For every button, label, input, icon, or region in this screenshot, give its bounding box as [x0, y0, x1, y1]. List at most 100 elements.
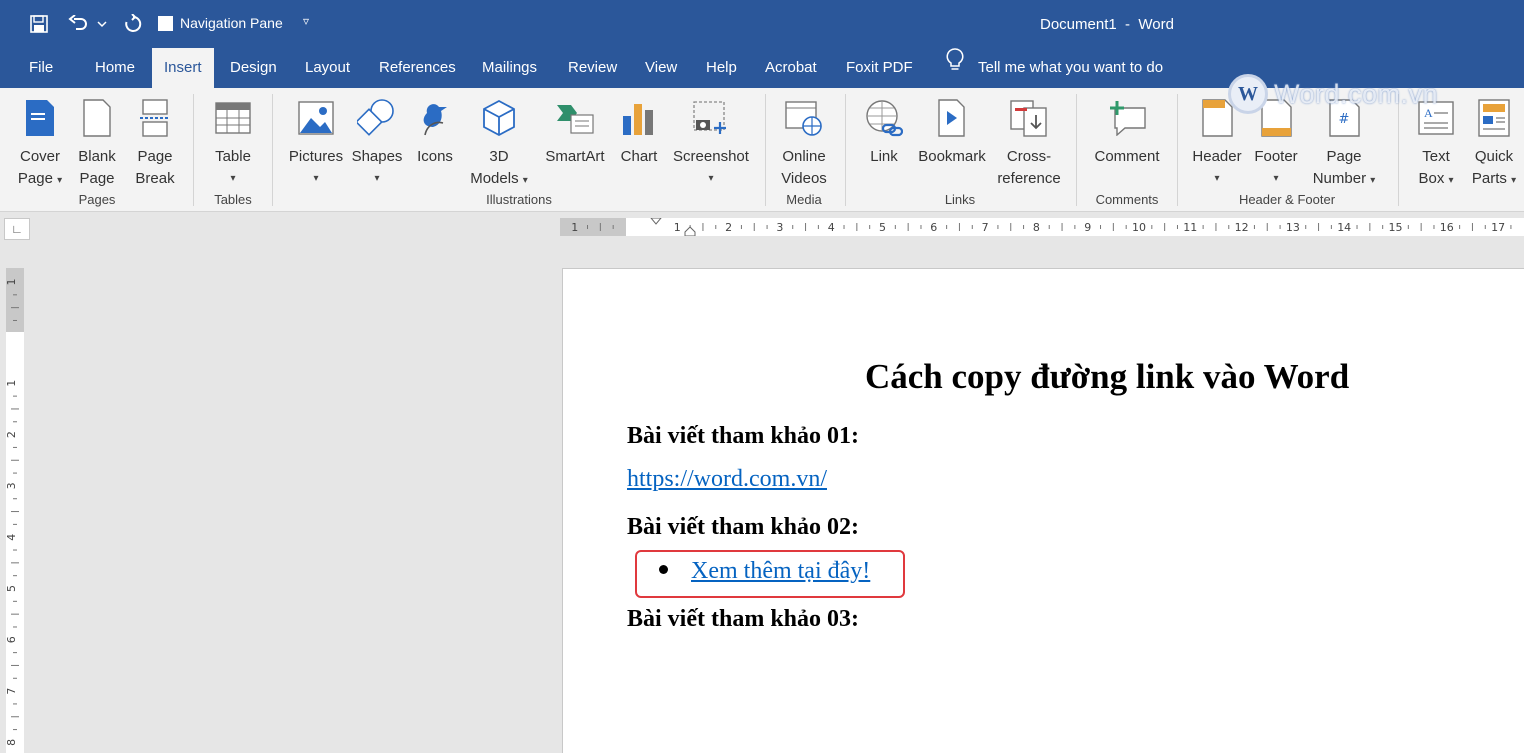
tab-mailings[interactable]: Mailings [470, 48, 549, 88]
online-videos-button[interactable]: Online Videos [778, 94, 830, 190]
bullet-icon [659, 565, 668, 574]
table-button[interactable]: Table ▾ [210, 94, 256, 190]
tab-help[interactable]: Help [694, 48, 749, 88]
chevron-down-icon: ▾ [374, 173, 380, 184]
reference-label-1: Bài viết tham khảo 01: [627, 423, 860, 449]
cross-reference-button[interactable]: Cross- reference [994, 94, 1064, 190]
reference-label-2: Bài viết tham khảo 02: [627, 514, 860, 540]
svg-text:#: # [1339, 112, 1350, 127]
group-separator [845, 94, 846, 206]
table-icon [213, 94, 253, 142]
tab-insert[interactable]: Insert [152, 48, 214, 88]
smartart-button[interactable]: SmartArt [541, 94, 609, 168]
chevron-down-icon: ▾ [230, 173, 236, 184]
quick-parts-label-2: Parts [1471, 170, 1507, 187]
ruler-tick-label: 3 [6, 482, 18, 489]
tab-foxit-pdf[interactable]: Foxit PDF [834, 48, 925, 88]
tab-references[interactable]: References [367, 48, 468, 88]
save-icon[interactable] [27, 12, 51, 36]
shapes-button[interactable]: Shapes ▾ [350, 94, 404, 190]
ruler-tick-label: 2 [6, 431, 18, 438]
tab-home[interactable]: Home [83, 48, 147, 88]
title-bar: Navigation Pane ▿ Document1 - Word [0, 0, 1524, 48]
pictures-button[interactable]: Pictures ▾ [288, 94, 344, 190]
icons-icon [415, 94, 455, 142]
footer-label: Footer [1254, 148, 1298, 165]
document-heading: Cách copy đường link vào Word [865, 357, 1350, 396]
ruler-tick-label: 13 [1286, 221, 1300, 234]
blank-page-button[interactable]: Blank Page [74, 94, 120, 190]
watermark-w-icon: W [1228, 74, 1268, 114]
chart-label: Chart [620, 148, 658, 165]
ruler-tick-label: 1 [571, 221, 578, 234]
bookmark-button[interactable]: Bookmark [914, 94, 990, 168]
vertical-ruler[interactable]: 1 1 2 3 4 5 6 7 8 [6, 268, 24, 753]
ruler-scale: 1 1 2 3 4 5 6 7 8 [6, 279, 19, 746]
redo-icon[interactable] [121, 12, 145, 36]
chevron-down-icon: ▾ [1448, 175, 1454, 186]
document-page[interactable]: Cách copy đường link vào Word Bài viết t… [562, 268, 1524, 753]
tab-selector[interactable]: ∟ [4, 218, 30, 240]
group-separator [1177, 94, 1178, 206]
undo-icon[interactable] [66, 12, 90, 36]
lightbulb-icon [946, 48, 964, 88]
ruler-tick-label: 17 [1491, 221, 1505, 234]
tell-me-box[interactable]: Tell me what you want to do [946, 48, 1163, 88]
tab-design[interactable]: Design [218, 48, 289, 88]
quick-parts-button[interactable]: Quick Parts ▾ [1468, 94, 1520, 192]
cover-page-button[interactable]: Cover Page ▾ [14, 94, 66, 192]
page-break-button[interactable]: Page Break [132, 94, 178, 190]
screenshot-button[interactable]: Screenshot ▾ [669, 94, 753, 190]
tab-layout[interactable]: Layout [293, 48, 362, 88]
cover-page-label-1: Cover [19, 148, 60, 165]
ruler-tick-label: 7 [6, 688, 18, 695]
3d-models-label-2: Models [470, 170, 519, 187]
chart-button[interactable]: Chart [617, 94, 661, 168]
ruler-tick-label: 9 [1084, 221, 1091, 234]
watermark-text: Word.com.vn [1274, 78, 1439, 109]
group-label-header-footer: Header & Footer [1238, 192, 1336, 207]
chevron-down-icon: ▾ [1214, 173, 1220, 184]
ruler-tick-label: 1 [6, 279, 18, 286]
3d-models-button[interactable]: 3D Models ▾ [466, 94, 532, 192]
ruler-tick-label: 7 [982, 221, 989, 234]
chevron-down-icon: ▾ [1370, 175, 1376, 186]
cross-reference-icon [1009, 94, 1049, 142]
watermark-logo: W Word.com.vn [1228, 74, 1438, 114]
tab-acrobat[interactable]: Acrobat [753, 48, 829, 88]
hyperlink-word-com-vn[interactable]: https://word.com.vn/ [627, 466, 827, 492]
group-separator [765, 94, 766, 206]
chevron-down-icon: ▾ [1273, 173, 1279, 184]
online-videos-label-1: Online [782, 148, 826, 165]
page-break-label-1: Page [137, 148, 173, 165]
group-label-illustrations: Illustrations [486, 192, 552, 207]
tell-me-text: Tell me what you want to do [978, 59, 1164, 76]
reference-label-3: Bài viết tham khảo 03: [627, 606, 860, 632]
undo-dropdown-icon[interactable] [94, 12, 110, 36]
hanging-indent-marker [684, 226, 696, 236]
quick-parts-icon [1474, 94, 1514, 142]
page-number-label-2: Number [1312, 170, 1367, 187]
chevron-down-icon: ▾ [313, 173, 319, 184]
navigation-pane-checkbox[interactable] [158, 16, 173, 31]
ruler-tick-label: 5 [6, 585, 18, 592]
ruler-tick-label: 15 [1389, 221, 1403, 234]
group-separator [193, 94, 194, 206]
horizontal-ruler[interactable]: 1 1 2 3 4 5 6 7 8 9 10 11 12 13 14 15 16 17 [560, 218, 1524, 236]
ruler-tick-label: 14 [1337, 221, 1351, 234]
ruler-tick-label: 2 [725, 221, 732, 234]
tab-file[interactable]: File [17, 48, 65, 88]
blank-page-label-1: Blank [78, 148, 116, 165]
tab-review[interactable]: Review [556, 48, 629, 88]
icons-button[interactable]: Icons [412, 94, 458, 168]
hyperlink-xem-them[interactable]: Xem thêm tại đây! [691, 558, 870, 584]
ruler-tick-label: 4 [828, 221, 835, 234]
link-icon [864, 94, 904, 142]
customize-qat-icon[interactable]: ▿ [303, 14, 309, 28]
comment-button[interactable]: Comment [1090, 94, 1164, 168]
tab-view[interactable]: View [633, 48, 689, 88]
group-label-media: Media [786, 192, 822, 207]
blank-page-icon [77, 94, 117, 142]
ruler-tick-label: 4 [6, 534, 18, 541]
link-button[interactable]: Link [862, 94, 906, 168]
